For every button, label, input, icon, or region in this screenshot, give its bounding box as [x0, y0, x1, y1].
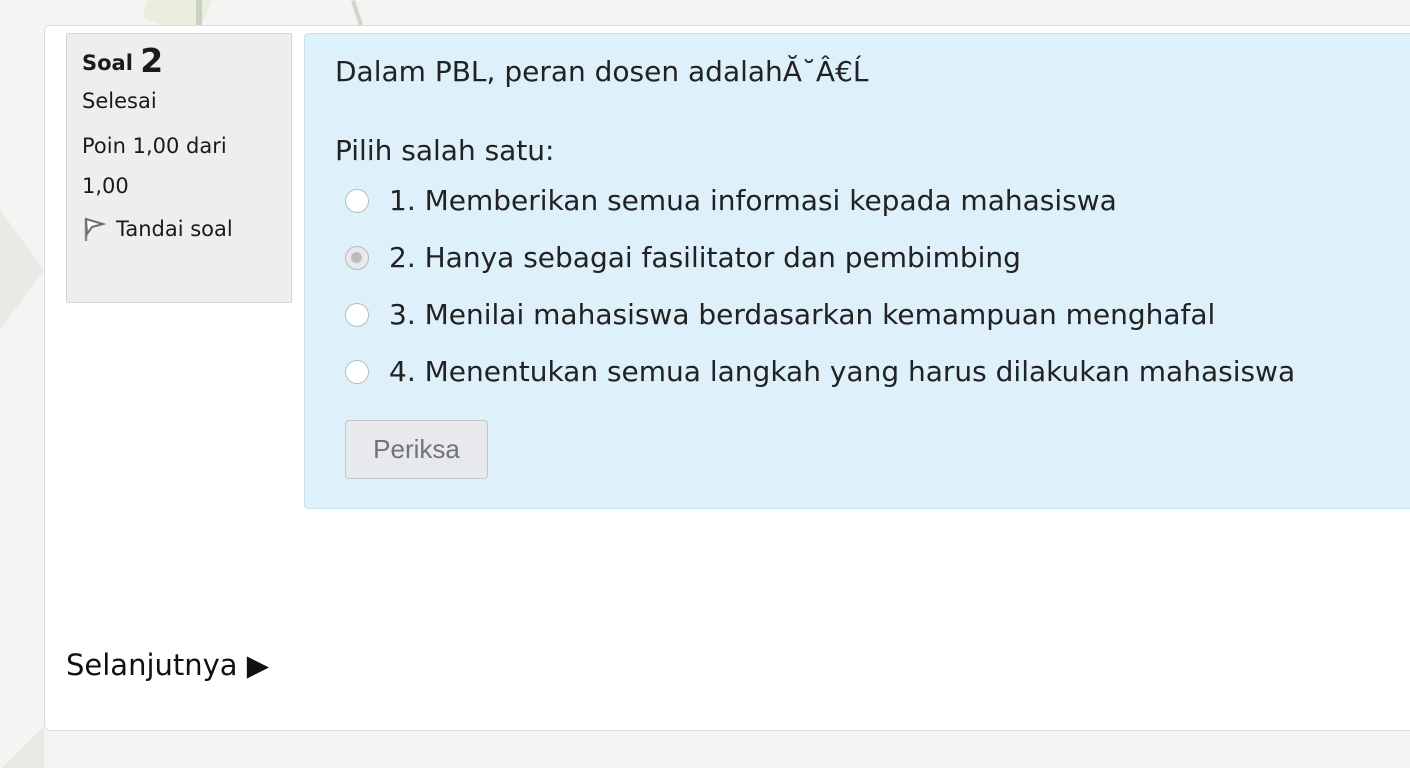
answer-option-label: 1. Memberikan semua informasi kepada mah…: [389, 184, 1117, 217]
flag-label: Tandai soal: [116, 217, 233, 241]
question-content: Dalam PBL, peran dosen adalahĂ˘Â€Ĺ Pilih…: [304, 33, 1410, 509]
answer-option-3[interactable]: 3. Menilai mahasiswa berdasarkan kemampu…: [345, 286, 1410, 343]
question-text: Dalam PBL, peran dosen adalahĂ˘Â€Ĺ: [335, 55, 869, 88]
answer-option-label: 3. Menilai mahasiswa berdasarkan kemampu…: [389, 298, 1216, 331]
background-stem: [196, 0, 202, 26]
answer-option-label: 2. Hanya sebagai fasilitator dan pembimb…: [389, 241, 1021, 274]
next-page-link[interactable]: Selanjutnya ▶: [66, 648, 269, 682]
question-state: Selesai: [82, 89, 157, 113]
question-grade: Poin 1,00 dari 1,00: [82, 126, 276, 206]
background-shape: [0, 728, 44, 768]
question-card: Soal 2 Selesai Poin 1,00 dari 1,00 Tanda…: [44, 25, 1410, 731]
background-shape: [0, 210, 44, 330]
question-label: Soal: [82, 51, 133, 75]
flag-icon: [84, 217, 106, 241]
answer-option-4[interactable]: 4. Menentukan semua langkah yang harus d…: [345, 343, 1410, 400]
grade-max: 1,00: [82, 174, 129, 198]
answer-option-2[interactable]: 2. Hanya sebagai fasilitator dan pembimb…: [345, 229, 1410, 286]
grade-text: Poin 1,00 dari: [82, 134, 227, 158]
radio-button[interactable]: [345, 302, 369, 327]
answer-option-1[interactable]: 1. Memberikan semua informasi kepada mah…: [345, 172, 1410, 229]
answer-options: 1. Memberikan semua informasi kepada mah…: [335, 172, 1410, 400]
background-stem: [351, 0, 363, 26]
radio-button[interactable]: [345, 359, 369, 384]
answer-prompt: Pilih salah satu:: [335, 134, 555, 167]
question-number-heading: Soal 2: [82, 44, 276, 77]
flag-question-toggle[interactable]: Tandai soal: [82, 216, 276, 242]
answer-option-label: 4. Menentukan semua langkah yang harus d…: [389, 355, 1296, 388]
check-button[interactable]: Periksa: [345, 420, 488, 479]
radio-button[interactable]: [345, 188, 369, 213]
radio-button-selected[interactable]: [345, 245, 369, 270]
question-info-panel: Soal 2 Selesai Poin 1,00 dari 1,00 Tanda…: [66, 33, 292, 303]
question-number: 2: [140, 41, 164, 80]
